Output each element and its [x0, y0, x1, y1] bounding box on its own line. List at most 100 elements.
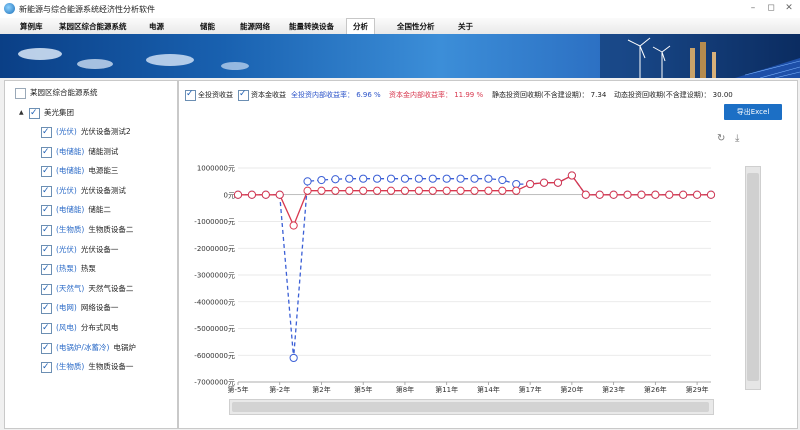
vertical-scrollbar[interactable] [745, 166, 761, 390]
capital-checkbox[interactable] [238, 88, 249, 101]
x-tick-label: 第23年 [602, 385, 625, 394]
device-name: 生物质设备二 [88, 225, 134, 234]
x-tick-label: 第11年 [435, 385, 458, 394]
data-point [651, 190, 660, 199]
data-point [567, 171, 576, 180]
data-point [373, 186, 382, 195]
irr-total-text: 全投资内部收益率： 6.96 % [291, 91, 381, 99]
menu-item-1[interactable]: 某园区综合能源系统 [59, 21, 127, 32]
data-point [484, 174, 493, 183]
device-name: 光伏设备一 [80, 244, 119, 254]
data-point [261, 190, 270, 199]
device-name: 电源能三 [88, 166, 119, 176]
download-icon[interactable]: ⤓ [735, 133, 739, 144]
tree-item-11-checkbox[interactable] [41, 341, 52, 355]
device-name: 光伏设备测试2 [80, 127, 131, 136]
device-type-tag: (电锅炉/冰蓄冷) [56, 342, 110, 352]
data-point [400, 174, 410, 183]
data-point [512, 186, 521, 195]
income-line-chart: 1000000元 0元 -1000000元 -2000000元 -3000000元 -40… [194, 165, 716, 394]
device-type-tag: (生物质) [56, 225, 85, 234]
export-excel-button[interactable]: 导出Excel [724, 104, 782, 120]
tree-item-5-checkbox[interactable] [41, 223, 52, 237]
minimize-icon[interactable]: – [746, 2, 760, 15]
total-investment-label: 全投资收益 [198, 91, 233, 99]
irr-capital-text: 资本金内部收益率： 11.99 % [389, 91, 484, 99]
y-tick-label: -2000000元 [194, 245, 235, 253]
x-tick-label: 第26年 [644, 385, 667, 394]
x-tick-label: 第-5年 [228, 385, 249, 394]
tree-item-9-checkbox[interactable] [41, 301, 52, 315]
data-point [456, 174, 465, 183]
horizontal-scroll-thumb[interactable] [232, 402, 709, 412]
data-point [345, 174, 354, 183]
device-name: 光伏设备测试 [80, 185, 126, 195]
data-point [303, 186, 312, 195]
data-point [595, 190, 604, 199]
device-type-tag: (电储能) [56, 146, 85, 156]
x-tick-label: 第8年 [396, 385, 414, 394]
data-point [581, 190, 590, 199]
tree-item-1-checkbox[interactable] [41, 145, 52, 159]
analysis-panel: 全投资收益 资本金收益 全投资内部收益率： 6.96 % 资本金内部收益率： 1… [178, 80, 798, 429]
data-point [428, 174, 437, 183]
data-point [470, 186, 479, 195]
y-tick-label: -6000000元 [194, 352, 235, 360]
tree-item-8-checkbox[interactable] [41, 282, 52, 296]
tree-root-checkbox[interactable] [15, 88, 26, 99]
tree-item-2-checkbox[interactable] [41, 164, 52, 178]
device-type-tag: (电储能) [56, 166, 85, 176]
y-tick-label: -4000000元 [194, 298, 235, 306]
x-tick-label: 第14年 [477, 385, 500, 394]
data-point [331, 175, 340, 184]
device-type-tag: (生物质) [56, 362, 85, 372]
tree-node-label: 美光集团 [44, 108, 74, 117]
tree-group-checkbox[interactable] [29, 106, 40, 120]
title-bar: 新能源与综合能源系统经济性分析软件 – ◻ ✕ [0, 0, 800, 19]
tree-item-4-checkbox[interactable] [41, 203, 52, 217]
device-type-tag: (天然气) [56, 283, 85, 293]
tree-item-3-checkbox[interactable] [41, 184, 52, 198]
tree-item-10-checkbox[interactable] [41, 321, 52, 335]
data-point [386, 186, 396, 195]
series-line-0 [238, 174, 711, 358]
tree-item-6-checkbox[interactable] [41, 243, 52, 257]
device-tree-panel: 某园区综合能源系统▲美光集团(光伏)光伏设备测试2(电储能)储能测试(电储能)电… [4, 80, 178, 429]
device-name: 网络设备一 [80, 303, 119, 313]
maximize-icon[interactable]: ◻ [764, 2, 778, 15]
menu-bar: 算例库 某园区综合能源系统 电源 储能 能源网络 能量转换设备 分析 全国性分析 关于 [0, 18, 800, 35]
y-tick-label: -1000000元 [194, 218, 235, 226]
menu-item-0[interactable]: 算例库 [20, 21, 43, 32]
menu-item-3[interactable]: 储能 [200, 21, 215, 32]
expand-toggle-icon[interactable]: ▲ [19, 106, 24, 120]
refresh-icon[interactable]: ↻ [717, 133, 725, 144]
data-point [428, 186, 437, 195]
vertical-scroll-thumb[interactable] [747, 173, 759, 381]
device-name: 生物质设备一 [88, 362, 134, 372]
data-point [665, 190, 674, 199]
menu-item-8[interactable]: 关于 [458, 21, 473, 32]
total-investment-checkbox[interactable] [185, 88, 196, 101]
y-tick-label: 1000000元 [197, 165, 235, 173]
menu-item-4[interactable]: 能源网络 [240, 21, 270, 32]
data-point [233, 190, 243, 199]
data-point [442, 186, 451, 195]
horizontal-scrollbar[interactable] [229, 399, 714, 415]
tree-item-0-checkbox[interactable] [41, 125, 52, 139]
data-point [359, 186, 368, 195]
data-point [345, 186, 354, 195]
close-icon[interactable]: ✕ [782, 2, 796, 15]
tree-item-12-checkbox[interactable] [41, 360, 52, 374]
x-tick-label: 第29年 [686, 385, 709, 394]
device-name: 储能二 [88, 205, 111, 215]
data-point [679, 190, 688, 199]
menu-item-6[interactable]: 分析 [346, 18, 375, 35]
tree-node-label: 某园区综合能源系统 [30, 88, 98, 97]
data-point [512, 179, 521, 189]
menu-item-7[interactable]: 全国性分析 [397, 21, 435, 32]
data-point [456, 186, 465, 195]
data-point [303, 177, 312, 186]
menu-item-5[interactable]: 能量转换设备 [289, 21, 334, 32]
menu-item-2[interactable]: 电源 [149, 21, 164, 32]
tree-item-7-checkbox[interactable] [41, 262, 52, 276]
